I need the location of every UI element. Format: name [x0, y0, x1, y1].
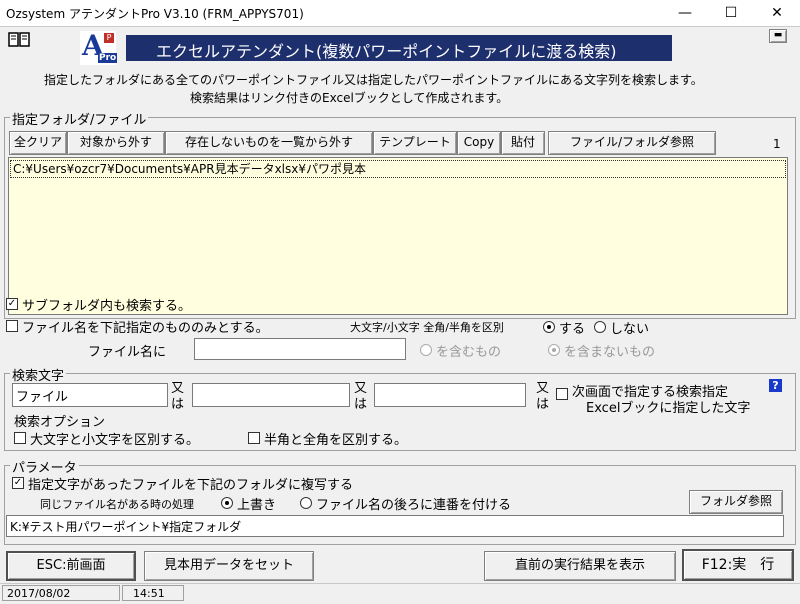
search-group-label: 検索文字 — [10, 365, 67, 384]
status-time-text: 14:51 — [133, 587, 165, 600]
folder-browse-button[interactable]: フォルダ参照 — [689, 490, 783, 514]
client-area: ▬ A Pro P エクセルアテンダント(複数パワーポイントファイルに渡る検索)… — [0, 27, 800, 603]
path-list-item[interactable]: C:¥Users¥ozcr7¥Documents¥APR見本データxlsx¥パワ… — [10, 160, 786, 178]
overwrite-radio[interactable] — [221, 497, 233, 509]
status-time: 14:51 — [122, 585, 184, 601]
destination-folder-input[interactable] — [6, 515, 784, 537]
same-name-label: 同じファイル名がある時の処理 — [40, 498, 194, 511]
book-icon[interactable] — [8, 32, 30, 48]
or-label-3b: は — [536, 397, 550, 412]
file-folder-browse-button[interactable]: ファイル/フォルダ参照 — [548, 131, 716, 155]
width-sensitive-label: 半角と全角を区別する。 — [264, 433, 408, 448]
case-sensitive-label: 大文字と小文字を区別する。 — [30, 433, 200, 448]
search-term-1[interactable] — [12, 383, 168, 407]
or-label-1b: は — [171, 397, 185, 412]
minimize-button[interactable]: — — [662, 0, 708, 26]
path-count: 1 — [773, 137, 781, 151]
title-bar: Ozsystem アテンダントPro V3.10 (FRM_APPYS701) … — [0, 0, 800, 27]
remove-target-button[interactable]: 対象から外す — [67, 131, 165, 155]
case-sensitive-checkbox[interactable] — [14, 432, 26, 444]
set-sample-data-button[interactable]: 見本用データをセット — [144, 551, 314, 581]
include-radio[interactable] — [420, 344, 432, 356]
status-date-text: 2017/08/02 — [7, 587, 71, 600]
clear-all-button[interactable]: 全クリア — [9, 131, 67, 155]
logo-badge: P — [104, 33, 114, 43]
close-button[interactable]: ✕ — [754, 0, 800, 26]
case-yes-radio[interactable] — [543, 321, 555, 333]
restore-icon[interactable]: ▬ — [769, 29, 787, 43]
paste-button[interactable]: 貼付 — [501, 131, 545, 155]
filename-label: ファイル名に — [88, 345, 167, 360]
case-no-radio[interactable] — [594, 321, 606, 333]
search-term-2[interactable] — [192, 383, 350, 407]
case-distinguish-label: 大文字/小文字 全角/半角を区別 — [350, 321, 504, 334]
window-title: Ozsystem アテンダントPro V3.10 (FRM_APPYS701) — [6, 7, 304, 21]
width-sensitive-checkbox[interactable] — [248, 432, 260, 444]
description-line-1: 指定したフォルダにある全てのパワーポイントファイル又は指定したパワーポイントファ… — [44, 73, 703, 87]
maximize-button[interactable]: ☐ — [708, 0, 754, 26]
remove-missing-button[interactable]: 存在しないものを一覧から外す — [165, 131, 373, 155]
run-button[interactable]: F12:実 行 — [682, 549, 794, 581]
app-logo: A Pro P — [80, 29, 118, 65]
template-button[interactable]: テンプレート — [373, 131, 457, 155]
subfolder-label: サブフォルダ内も検索する。 — [22, 299, 192, 314]
append-number-label: ファイル名の後ろに連番を付ける — [316, 498, 512, 513]
path-list[interactable]: C:¥Users¥ozcr7¥Documents¥APR見本データxlsx¥パワ… — [8, 157, 788, 315]
append-number-radio[interactable] — [300, 497, 312, 509]
excel-book-label: Excelブックに指定した文字 — [586, 401, 751, 416]
logo-pro: Pro — [98, 53, 118, 63]
copy-button[interactable]: Copy — [457, 131, 501, 155]
show-last-result-button[interactable]: 直前の実行結果を表示 — [484, 551, 676, 581]
or-label-2b: は — [354, 397, 368, 412]
folder-group-label: 指定フォルダ/ファイル — [10, 109, 149, 128]
status-date: 2017/08/02 — [2, 585, 120, 601]
description-line-2: 検索結果はリンク付きのExcelブックとして作成されます。 — [190, 91, 509, 105]
filename-only-checkbox[interactable] — [6, 320, 18, 332]
help-icon[interactable]: ? — [769, 379, 782, 392]
page-banner: エクセルアテンダント(複数パワーポイントファイルに渡る検索) — [126, 35, 672, 61]
exclude-label: を含まないもの — [564, 345, 656, 360]
subfolder-checkbox[interactable]: ✓ — [6, 298, 18, 310]
status-bar — [0, 583, 800, 604]
case-yes-label: する — [559, 322, 586, 337]
filename-input[interactable] — [194, 338, 406, 360]
copy-files-checkbox[interactable]: ✓ — [12, 477, 24, 489]
search-term-3[interactable] — [374, 383, 526, 407]
search-options-label: 検索オプション — [14, 415, 106, 430]
esc-back-button[interactable]: ESC:前画面 — [6, 551, 136, 581]
banner-text: エクセルアテンダント(複数パワーポイントファイルに渡る検索) — [156, 42, 617, 61]
next-screen-checkbox[interactable] — [556, 388, 568, 400]
include-label: を含むもの — [436, 345, 502, 360]
copy-files-label: 指定文字があったファイルを下記のフォルダに複写する — [28, 478, 354, 493]
case-no-label: しない — [610, 322, 650, 337]
filename-only-label: ファイル名を下記指定のもののみとする。 — [22, 321, 269, 336]
exclude-radio[interactable] — [548, 344, 560, 356]
overwrite-label: 上書き — [237, 498, 277, 513]
